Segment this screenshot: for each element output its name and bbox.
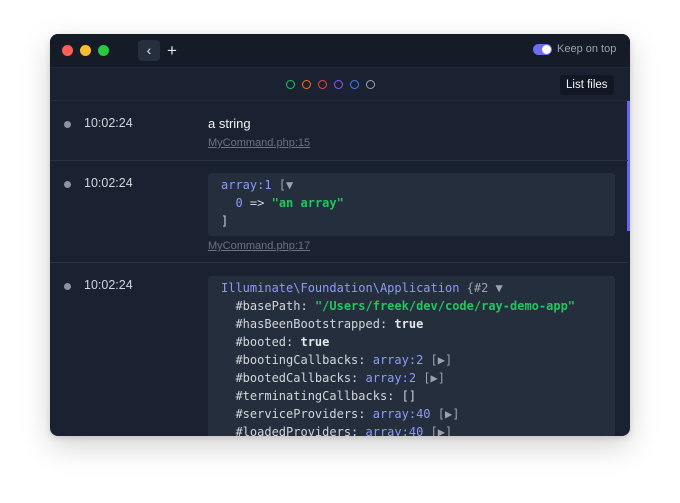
array-header: array:1 [▼: [208, 176, 615, 194]
array-value: "an array": [271, 196, 344, 210]
log-entry: 10:02:24 a string MyCommand.php:15: [50, 101, 628, 160]
entry-file-link[interactable]: MyCommand.php:15: [208, 137, 310, 149]
array-type: array:1: [221, 178, 272, 192]
object-header: Illuminate\Foundation\Application {#2 ▼: [208, 279, 615, 297]
ray-window: ‹ + Keep on top List files 10:02:24 a st…: [50, 34, 630, 436]
color-filter-green[interactable]: [286, 80, 295, 89]
toggle-knob: [542, 45, 551, 54]
keep-on-top-label: Keep on top: [557, 43, 617, 55]
property-expand-toggle[interactable]: [▶]: [416, 371, 445, 385]
title-bar: ‹ + Keep on top: [50, 34, 630, 68]
list-files-button[interactable]: List files: [560, 75, 614, 95]
property-name: #hasBeenBootstrapped: [235, 317, 380, 331]
entry-bullet-icon: [64, 181, 71, 188]
property-separator: :: [387, 389, 402, 403]
entry-time: 10:02:24: [84, 278, 133, 292]
maximize-window-button[interactable]: [98, 45, 109, 56]
property-value: true: [394, 317, 424, 331]
object-class: Illuminate\Foundation\Application: [221, 281, 460, 295]
object-property: #terminatingCallbacks: []: [208, 387, 615, 405]
object-property: #serviceProviders: array:40 [▶]: [208, 405, 615, 423]
color-filter-red[interactable]: [318, 80, 327, 89]
keep-on-top-toggle[interactable]: [533, 44, 552, 55]
array-toggle[interactable]: [▼: [272, 178, 293, 192]
property-expand-toggle[interactable]: [▶]: [423, 353, 453, 367]
array-key: 0: [235, 196, 243, 210]
property-value: array:2: [372, 353, 424, 367]
property-name: #bootingCallbacks: [235, 353, 359, 367]
property-name: #basePath: [235, 299, 301, 313]
array-item: 0 => "an array": [208, 194, 615, 212]
object-dump: Illuminate\Foundation\Application {#2 ▼ …: [208, 276, 615, 436]
color-filter-orange[interactable]: [302, 80, 311, 89]
array-close: ]: [221, 214, 229, 228]
new-screen-icon[interactable]: +: [161, 40, 183, 61]
property-value: "/Users/freek/dev/code/ray-demo-app": [314, 299, 576, 313]
entry-time: 10:02:24: [84, 176, 133, 190]
property-name: #booted: [235, 335, 287, 349]
property-expand-toggle[interactable]: [▶]: [423, 425, 453, 436]
property-separator: :: [351, 371, 366, 385]
object-property: #booted: true: [208, 333, 615, 351]
array-arrow: =>: [242, 196, 272, 210]
property-value: array:40: [365, 425, 424, 436]
property-separator: :: [300, 299, 315, 313]
entry-time: 10:02:24: [84, 116, 133, 130]
property-separator: :: [351, 425, 366, 436]
object-property: #bootingCallbacks: array:2 [▶]: [208, 351, 615, 369]
property-name: #loadedProviders: [235, 425, 352, 436]
property-name: #terminatingCallbacks: [235, 389, 388, 403]
property-separator: :: [379, 317, 395, 331]
color-filter-purple[interactable]: [334, 80, 343, 89]
property-value: []: [401, 389, 417, 403]
minimize-window-button[interactable]: [80, 45, 91, 56]
property-separator: :: [358, 353, 373, 367]
close-window-button[interactable]: [62, 45, 73, 56]
property-name: #bootedCallbacks: [235, 371, 352, 385]
color-filter-bar: List files: [50, 67, 630, 101]
property-separator: :: [286, 335, 301, 349]
object-property: #basePath: "/Users/freek/dev/code/ray-de…: [208, 297, 615, 315]
back-icon[interactable]: ‹: [138, 40, 160, 61]
object-property: #hasBeenBootstrapped: true: [208, 315, 615, 333]
property-separator: :: [358, 407, 373, 421]
property-value: true: [300, 335, 330, 349]
property-value: array:2: [365, 371, 417, 385]
color-filter-blue[interactable]: [350, 80, 359, 89]
log-entry: 10:02:24 Illuminate\Foundation\Applicati…: [50, 262, 628, 436]
property-expand-toggle[interactable]: [▶]: [431, 407, 460, 421]
entry-string-value: a string: [208, 116, 251, 131]
object-property: #bootedCallbacks: array:2 [▶]: [208, 369, 615, 387]
entry-bullet-icon: [64, 121, 71, 128]
array-dump: array:1 [▼ 0 => "an array" ]: [208, 173, 615, 236]
color-filter-gray[interactable]: [366, 80, 375, 89]
property-name: #serviceProviders: [235, 407, 359, 421]
entry-file-link[interactable]: MyCommand.php:17: [208, 240, 310, 252]
property-value: array:40: [372, 407, 431, 421]
log-entry: 10:02:24 array:1 [▼ 0 => "an array" ] My…: [50, 160, 628, 263]
object-property: #loadedProviders: array:40 [▶]: [208, 423, 615, 436]
object-toggle[interactable]: {#2 ▼: [459, 281, 503, 295]
entry-bullet-icon: [64, 283, 71, 290]
